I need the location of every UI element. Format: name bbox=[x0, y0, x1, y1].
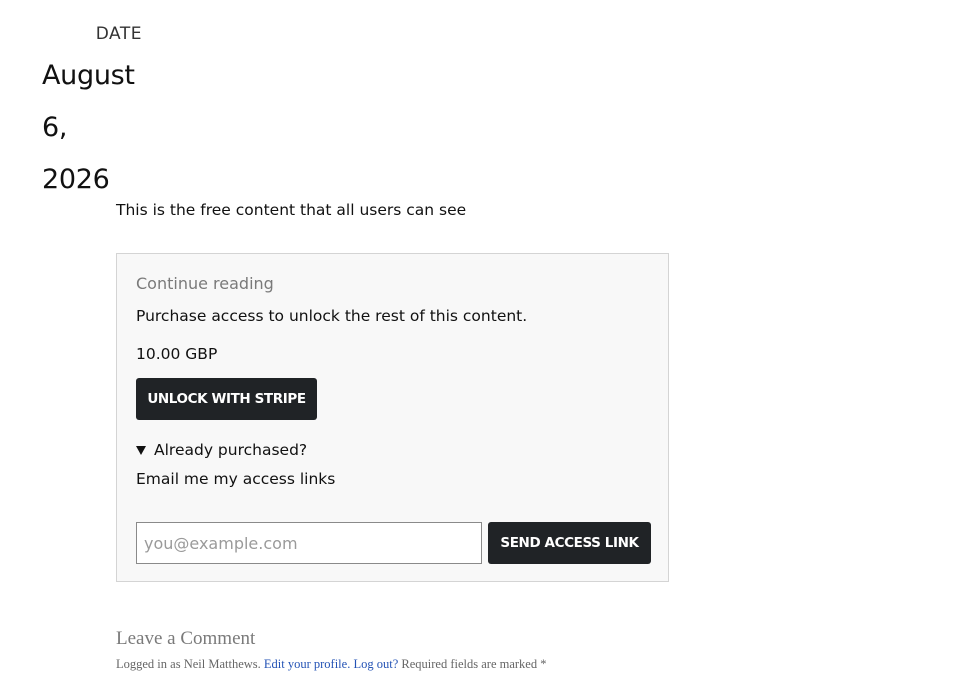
required-fields-note: Required fields are marked * bbox=[401, 657, 547, 671]
logged-in-note: Logged in as Neil Matthews. Edit your pr… bbox=[116, 655, 546, 673]
paywall-price: 10.00 GBP bbox=[136, 345, 218, 363]
unlock-with-stripe-button[interactable]: UNLOCK WITH STRIPE bbox=[136, 378, 317, 420]
email-input[interactable] bbox=[136, 522, 482, 564]
page: DATE August 6, 2026 This is the free con… bbox=[0, 0, 961, 691]
comments-heading: Leave a Comment bbox=[116, 628, 256, 649]
already-purchased-toggle[interactable]: Already purchased? bbox=[136, 438, 307, 462]
paywall-box: Continue reading Purchase access to unlo… bbox=[116, 253, 669, 582]
send-access-link-button[interactable]: SEND ACCESS LINK bbox=[488, 522, 651, 564]
free-content-text: This is the free content that all users … bbox=[116, 201, 467, 219]
logged-in-as-text: Logged in as Neil Matthews. bbox=[116, 657, 261, 671]
disclosure-triangle-icon bbox=[136, 445, 146, 455]
edit-profile-link[interactable]: Edit your profile. bbox=[264, 657, 350, 671]
post-date: DATE August 6, 2026 bbox=[42, 22, 142, 206]
already-purchased-label: Already purchased? bbox=[154, 441, 308, 459]
date-value-day-year: 6, 2026 bbox=[42, 112, 110, 195]
paywall-description: Purchase access to unlock the rest of th… bbox=[136, 307, 528, 325]
email-access-label: Email me my access links bbox=[136, 470, 336, 488]
date-label: DATE bbox=[95, 24, 142, 44]
date-value-month: August bbox=[42, 60, 135, 91]
log-out-link[interactable]: Log out? bbox=[353, 657, 398, 671]
paywall-title: Continue reading bbox=[136, 274, 274, 293]
